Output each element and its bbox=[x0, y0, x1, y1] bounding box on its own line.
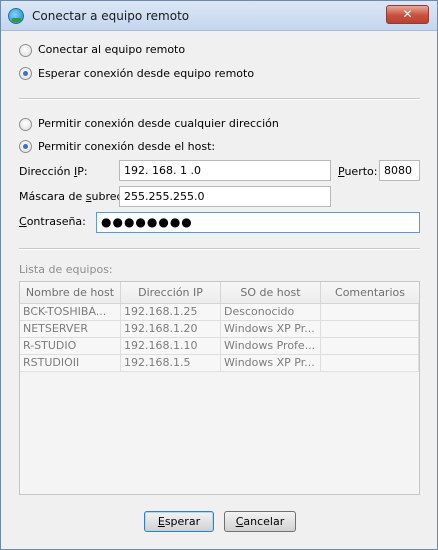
host-list-table[interactable]: Nombre de host Dirección IP SO de host C… bbox=[19, 281, 420, 495]
radio-any-address[interactable] bbox=[19, 118, 32, 131]
wait-button[interactable]: Esperar bbox=[144, 511, 214, 532]
cell-comments bbox=[321, 355, 419, 372]
cell-hostname: BCK-TOSHIBA... bbox=[20, 304, 121, 321]
radio-from-host-label[interactable]: Permitir conexión desde el host: bbox=[38, 140, 215, 153]
radio-from-host[interactable] bbox=[19, 140, 32, 153]
close-button[interactable]: ✕ bbox=[386, 5, 429, 24]
table-header: Nombre de host Dirección IP SO de host C… bbox=[20, 282, 419, 304]
cell-comments bbox=[321, 304, 419, 321]
column-header-hostname[interactable]: Nombre de host bbox=[20, 282, 121, 304]
subnet-mask-label: Máscara de subred: bbox=[19, 190, 128, 203]
radio-connect[interactable] bbox=[19, 44, 32, 57]
table-row[interactable]: BCK-TOSHIBA... 192.168.1.25 Desconocido bbox=[20, 304, 419, 321]
ip-address-label: Dirección IP: bbox=[19, 165, 88, 178]
cell-hostname: NETSERVER bbox=[20, 321, 121, 338]
port-label: Puerto: bbox=[338, 165, 378, 178]
password-field[interactable]: ●●●●●●●● bbox=[96, 212, 420, 233]
table-row[interactable]: RSTUDIOII 192.168.1.5 Windows XP Pr... bbox=[20, 355, 419, 372]
subnet-mask-field[interactable]: 255.255.255.0 bbox=[119, 186, 331, 207]
separator bbox=[19, 248, 420, 250]
cell-hostname: RSTUDIOII bbox=[20, 355, 121, 372]
cell-hostname: R-STUDIO bbox=[20, 338, 121, 355]
cancel-button[interactable]: Cancelar bbox=[224, 511, 296, 532]
network-globe-icon bbox=[8, 8, 24, 24]
column-header-os[interactable]: SO de host bbox=[221, 282, 321, 304]
cell-comments bbox=[321, 338, 419, 355]
cell-ip: 192.168.1.20 bbox=[121, 321, 221, 338]
title-bar[interactable]: Conectar a equipo remoto ✕ bbox=[1, 1, 437, 31]
cell-os: Desconocido bbox=[221, 304, 321, 321]
radio-any-address-label[interactable]: Permitir conexión desde cualquier direcc… bbox=[38, 117, 279, 130]
cell-ip: 192.168.1.25 bbox=[121, 304, 221, 321]
column-header-ip[interactable]: Dirección IP bbox=[121, 282, 221, 304]
table-row[interactable]: NETSERVER 192.168.1.20 Windows XP Pr... bbox=[20, 321, 419, 338]
table-row[interactable]: R-STUDIO 192.168.1.10 Windows Profe... bbox=[20, 338, 419, 355]
cell-ip: 192.168.1.10 bbox=[121, 338, 221, 355]
ip-address-field[interactable]: 192. 168. 1 .0 bbox=[119, 160, 331, 181]
password-label: Contraseña: bbox=[19, 215, 86, 228]
separator bbox=[19, 98, 420, 100]
column-header-comments[interactable]: Comentarios bbox=[321, 282, 419, 304]
radio-wait[interactable] bbox=[19, 67, 32, 80]
cell-comments bbox=[321, 321, 419, 338]
radio-connect-label[interactable]: Conectar al equipo remoto bbox=[38, 43, 185, 56]
port-field[interactable]: 8080 bbox=[379, 160, 420, 181]
window-title: Conectar a equipo remoto bbox=[32, 9, 190, 23]
cell-os: Windows XP Pr... bbox=[221, 355, 321, 372]
radio-wait-label[interactable]: Esperar conexión desde equipo remoto bbox=[38, 67, 254, 80]
dialog-window: Conectar a equipo remoto ✕ Conectar al e… bbox=[0, 0, 438, 550]
host-list-label: Lista de equipos: bbox=[19, 263, 113, 276]
cell-ip: 192.168.1.5 bbox=[121, 355, 221, 372]
cell-os: Windows XP Pr... bbox=[221, 321, 321, 338]
cell-os: Windows Profe... bbox=[221, 338, 321, 355]
